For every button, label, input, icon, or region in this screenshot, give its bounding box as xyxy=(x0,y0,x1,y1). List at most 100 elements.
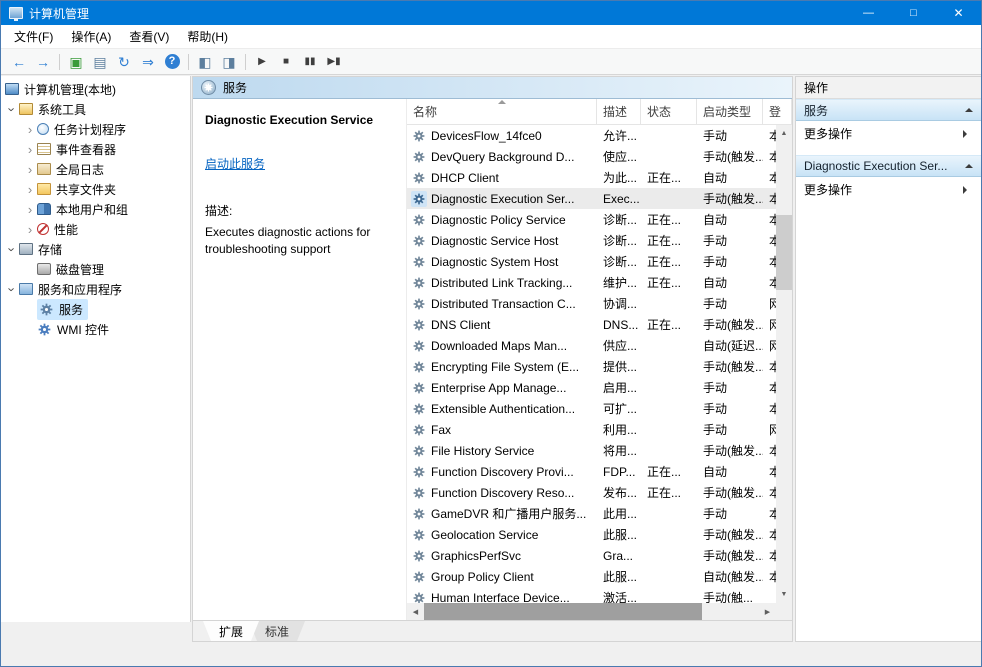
horizontal-scrollbar[interactable]: ◀ ▶ xyxy=(407,603,776,620)
vertical-scroll-thumb[interactable] xyxy=(776,215,792,290)
tree-item-computer-management-root[interactable]: 计算机管理(本地) xyxy=(1,79,190,99)
tree-item-shared-folders[interactable]: ›共享文件夹 xyxy=(1,179,190,199)
service-gear-icon xyxy=(411,443,427,459)
service-row[interactable]: Diagnostic System Host诊断...正在...手动本 xyxy=(407,251,776,272)
properties-button[interactable]: ▤ xyxy=(88,51,112,73)
expand-arrow-icon[interactable]: › xyxy=(23,163,37,176)
restart-service-button[interactable]: ▶▮ xyxy=(322,51,346,73)
service-row[interactable]: Fax利用...手动网 xyxy=(407,419,776,440)
action-more-actions[interactable]: 更多操作 xyxy=(796,177,981,202)
service-row[interactable]: Downloaded Maps Man...供应...自动(延迟...网 xyxy=(407,335,776,356)
pause-service-button[interactable]: ▮▮ xyxy=(298,51,322,73)
forward-button[interactable]: → xyxy=(31,51,55,73)
service-row[interactable]: Group Policy Client此服...自动(触发...本 xyxy=(407,566,776,587)
gear-icon xyxy=(204,83,213,92)
minimize-button[interactable]: — xyxy=(846,1,891,25)
service-row[interactable]: Extensible Authentication...可扩...手动本 xyxy=(407,398,776,419)
scroll-down-button[interactable]: ▼ xyxy=(776,586,792,603)
column-header-status[interactable]: 状态 xyxy=(641,99,697,124)
tree-item-event-viewer[interactable]: ›事件查看器 xyxy=(1,139,190,159)
tree-item-task-scheduler[interactable]: ›任务计划程序 xyxy=(1,119,190,139)
start-service-link[interactable]: 启动此服务 xyxy=(205,155,265,172)
service-row[interactable]: Enterprise App Manage...启用...手动本 xyxy=(407,377,776,398)
export-list-button[interactable]: ⇒ xyxy=(136,51,160,73)
refresh-button[interactable]: ↻ xyxy=(112,51,136,73)
service-row[interactable]: Diagnostic Execution Ser...Exec...手动(触发.… xyxy=(407,188,776,209)
tree-item-wmi-control[interactable]: WMI 控件 xyxy=(1,319,190,339)
collapse-arrow-icon[interactable]: › xyxy=(6,282,19,296)
expand-arrow-icon[interactable]: › xyxy=(23,183,37,196)
service-row[interactable]: Function Discovery Provi...FDP...正在...自动… xyxy=(407,461,776,482)
service-description-cell: 维护... xyxy=(597,274,641,291)
service-row[interactable]: Geolocation Service此服...手动(触发...本 xyxy=(407,524,776,545)
scroll-left-button[interactable]: ◀ xyxy=(407,603,424,620)
tree-item-services[interactable]: 服务 xyxy=(1,299,190,319)
maximize-button[interactable]: □ xyxy=(891,1,936,25)
menu-view[interactable]: 查看(V) xyxy=(120,25,178,48)
service-row[interactable]: Encrypting File System (E...提供...手动(触发..… xyxy=(407,356,776,377)
show-action-pane-button[interactable]: ◨ xyxy=(217,51,241,73)
expand-arrow-icon[interactable]: › xyxy=(23,143,37,156)
menu-file[interactable]: 文件(F) xyxy=(5,25,62,48)
service-name: GraphicsPerfSvc xyxy=(431,549,521,563)
service-name-cell: DevicesFlow_14fce0 xyxy=(407,128,597,144)
collapse-arrow-icon[interactable]: › xyxy=(6,242,19,256)
service-row[interactable]: Distributed Link Tracking...维护...正在...自动… xyxy=(407,272,776,293)
action-section-header[interactable]: 服务 xyxy=(796,99,981,121)
tab-extended[interactable]: 扩展 xyxy=(203,621,259,641)
gear-icon xyxy=(413,466,425,478)
service-row[interactable]: GameDVR 和广播用户服务...此用...手动本 xyxy=(407,503,776,524)
vertical-scrollbar[interactable]: ▲ ▼ xyxy=(776,125,792,603)
tree-item-storage[interactable]: ›存储 xyxy=(1,239,190,259)
tree-item-performance[interactable]: ›性能 xyxy=(1,219,190,239)
back-button[interactable]: ← xyxy=(7,51,31,73)
service-row[interactable]: GraphicsPerfSvcGra...手动(触发...本 xyxy=(407,545,776,566)
action-more-actions[interactable]: 更多操作 xyxy=(796,121,981,146)
column-header-description[interactable]: 描述 xyxy=(597,99,641,124)
collapse-arrow-icon[interactable]: › xyxy=(6,102,19,116)
service-startup-type-cell: 自动 xyxy=(697,463,763,480)
column-header-logon-as[interactable]: 登 xyxy=(763,99,792,124)
close-button[interactable]: ✕ xyxy=(936,1,981,25)
menu-help[interactable]: 帮助(H) xyxy=(178,25,237,48)
stop-service-button[interactable]: ■ xyxy=(274,51,298,73)
service-row[interactable]: DHCP Client为此...正在...自动本 xyxy=(407,167,776,188)
tree-item-system-tools[interactable]: ›系统工具 xyxy=(1,99,190,119)
column-label: 状态 xyxy=(647,103,671,120)
show-console-tree-button[interactable]: ◧ xyxy=(193,51,217,73)
service-name-cell: Distributed Link Tracking... xyxy=(407,275,597,291)
service-row[interactable]: DevicesFlow_14fce0允许...手动本 xyxy=(407,125,776,146)
expand-arrow-icon[interactable]: › xyxy=(23,203,37,216)
submenu-arrow-icon xyxy=(963,186,971,194)
column-header-startup-type[interactable]: 启动类型 xyxy=(697,99,763,124)
scroll-right-button[interactable]: ▶ xyxy=(759,603,776,620)
expand-arrow-icon[interactable]: › xyxy=(23,123,37,136)
service-row[interactable]: File History Service将用...手动(触发...本 xyxy=(407,440,776,461)
service-name: Diagnostic Policy Service xyxy=(431,213,566,227)
titlebar[interactable]: 计算机管理 —□✕ xyxy=(1,1,981,25)
service-row[interactable]: DevQuery Background D...使应...手动(触发...本 xyxy=(407,146,776,167)
service-name: Distributed Transaction C... xyxy=(431,297,576,311)
service-name: Downloaded Maps Man... xyxy=(431,339,567,353)
tree-item-local-users-and-groups[interactable]: ›本地用户和组 xyxy=(1,199,190,219)
expand-arrow-icon[interactable]: › xyxy=(23,223,37,236)
menu-action[interactable]: 操作(A) xyxy=(62,25,120,48)
service-row[interactable]: Function Discovery Reso...发布...正在...手动(触… xyxy=(407,482,776,503)
gear-icon xyxy=(38,323,51,336)
service-row[interactable]: Human Interface Device...激活...手动(触... xyxy=(407,587,776,603)
service-row[interactable]: Diagnostic Policy Service诊断...正在...自动本 xyxy=(407,209,776,230)
column-header-name[interactable]: 名称 xyxy=(407,99,597,124)
service-row[interactable]: DNS ClientDNS...正在...手动(触发...网 xyxy=(407,314,776,335)
scroll-up-button[interactable]: ▲ xyxy=(776,125,792,142)
tree-item-services-and-applications[interactable]: ›服务和应用程序 xyxy=(1,279,190,299)
service-row[interactable]: Distributed Transaction C...协调...手动网 xyxy=(407,293,776,314)
tree-item-global-logs[interactable]: ›全局日志 xyxy=(1,159,190,179)
tree-item-disk-management[interactable]: 磁盘管理 xyxy=(1,259,190,279)
help-button[interactable]: ? xyxy=(160,51,184,73)
action-section-header[interactable]: Diagnostic Execution Ser... xyxy=(796,155,981,177)
start-service-button[interactable]: ▶ xyxy=(250,51,274,73)
show-window-button[interactable]: ▣ xyxy=(64,51,88,73)
service-row[interactable]: Diagnostic Service Host诊断...正在...手动本 xyxy=(407,230,776,251)
horizontal-scroll-thumb[interactable] xyxy=(424,603,702,620)
computer-management-window: 计算机管理 —□✕ 文件(F)操作(A)查看(V)帮助(H) ←→ ▣▤↻⇒? ◧◨… xyxy=(0,0,982,667)
